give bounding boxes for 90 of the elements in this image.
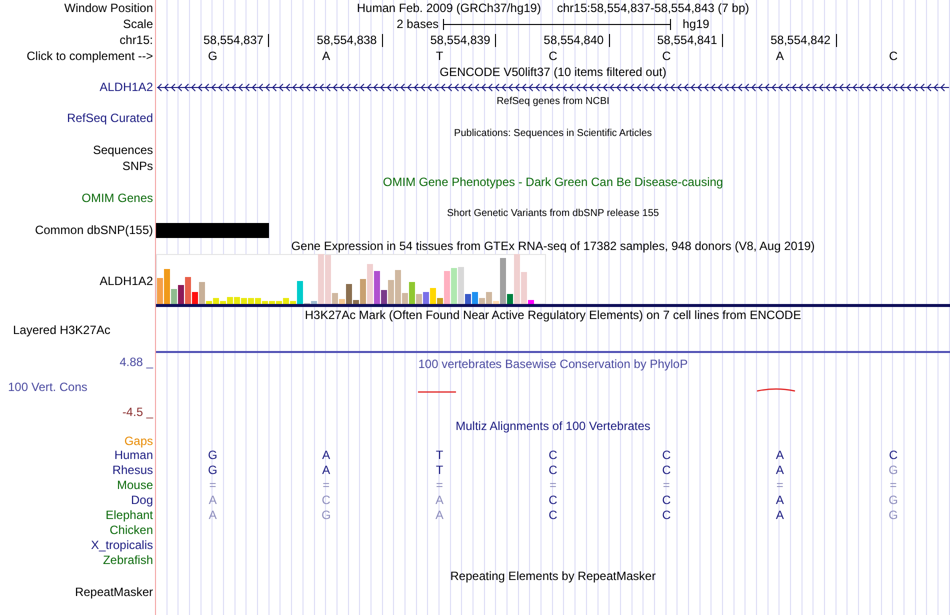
aligned-base: G <box>888 493 899 508</box>
row-label: chr15: <box>120 33 153 48</box>
aligned-base: G <box>888 463 899 478</box>
aligned-base: = <box>435 478 444 493</box>
base-letter[interactable]: C <box>836 48 950 64</box>
gene-strand-drawing[interactable] <box>157 82 949 92</box>
scale-text: 2 bases <box>396 17 439 32</box>
aligned-base: T <box>434 448 444 463</box>
track-label: Gaps <box>124 434 153 448</box>
species-label: Elephant <box>106 508 153 523</box>
aligned-base: C <box>548 463 558 478</box>
scale-db-text: hg19 <box>682 17 710 32</box>
aligned-base: A <box>208 493 218 508</box>
aligned-base: = <box>888 478 898 493</box>
conservation-mark <box>757 388 796 393</box>
gene-label[interactable]: ALDH1A2 <box>100 80 153 94</box>
track-title: Multiz Alignments of 100 Vertebrates <box>456 419 650 434</box>
species-label: Rhesus <box>112 463 153 478</box>
track-title: GENCODE V50lift37 (10 items filtered out) <box>440 64 666 80</box>
track-title: RefSeq genes from NCBI <box>496 96 610 108</box>
track-label[interactable]: RepeatMasker <box>74 584 153 600</box>
track-title: Short Genetic Variants from dbSNP release 155 <box>447 208 659 220</box>
aligned-base: A <box>774 463 785 478</box>
aligned-base: C <box>320 493 332 508</box>
base-letter[interactable]: A <box>723 48 837 64</box>
aligned-base: A <box>774 493 785 508</box>
aligned-base: C <box>661 508 672 523</box>
axis-min-label: -4.5 _ <box>122 404 153 419</box>
coordinate-label: 58,554,840 <box>544 34 610 47</box>
track-title: Gene Expression in 54 tissues from GTEx RNA-seq of 17382 samples, 948 donors (V8, Aug 2019) <box>291 238 815 254</box>
track-label[interactable]: 100 Vert. Cons <box>0 380 88 394</box>
aligned-base: = <box>322 478 331 493</box>
coordinate-label: 58,554,842 <box>770 34 837 47</box>
aligned-base: G <box>888 508 899 523</box>
aligned-base: C <box>548 493 558 508</box>
aligned-base: G <box>207 448 218 463</box>
track-label[interactable]: OMIM Genes <box>82 190 153 206</box>
aligned-base: = <box>208 478 218 493</box>
coordinate-label: 58,554,841 <box>657 34 724 47</box>
base-letter[interactable]: G <box>156 48 270 64</box>
aligned-base: C <box>888 448 899 463</box>
species-label: Chicken <box>110 523 153 538</box>
base-letter[interactable]: C <box>610 48 724 64</box>
aligned-base: A <box>321 463 332 478</box>
track-label[interactable]: SNPs <box>122 158 153 174</box>
aligned-base: G <box>207 463 218 478</box>
aligned-base: A <box>434 493 445 508</box>
aligned-base: = <box>548 478 558 493</box>
axis-max-label: 4.88 _ <box>120 355 153 370</box>
row-label: Scale <box>122 17 153 32</box>
track-label[interactable]: RefSeq Curated <box>66 110 153 126</box>
aligned-base: C <box>661 463 672 478</box>
species-label: X_tropicalis <box>90 538 153 553</box>
base-letter[interactable]: C <box>496 48 610 64</box>
complement-link[interactable]: Click to complement --> <box>26 48 153 64</box>
aligned-base: C <box>548 508 558 523</box>
assembly-text: Human Feb. 2009 (GRCh37/hg19) <box>356 0 541 16</box>
aligned-base: C <box>661 448 672 463</box>
aligned-base: T <box>434 463 444 478</box>
aligned-base: A <box>321 448 332 463</box>
track-label: Layered H3K27Ac <box>13 323 110 338</box>
track-label[interactable]: Sequences <box>92 142 153 158</box>
aligned-base: A <box>774 508 785 523</box>
track-title: H3K27Ac Mark (Often Found Near Active Regulatory Elements) on 7 cell lines from ENCODE <box>304 308 802 322</box>
track-label: ALDH1A2 <box>100 274 153 288</box>
track-title: OMIM Gene Phenotypes - Dark Green Can Be Disease-causing <box>382 174 724 190</box>
aligned-base: A <box>208 508 218 523</box>
position-text: chr15:58,554,837-58,554,843 (7 bp) <box>556 0 750 16</box>
base-letter[interactable]: T <box>382 48 496 64</box>
aligned-base: A <box>774 448 785 463</box>
aligned-base: G <box>320 508 332 523</box>
conservation-mark <box>418 390 457 395</box>
coordinate-label: 58,554,837 <box>203 34 270 47</box>
row-label: Window Position <box>64 0 153 16</box>
species-label: Dog <box>130 493 153 508</box>
species-label: Zebrafish <box>102 553 153 568</box>
aligned-base: A <box>434 508 445 523</box>
track-title: 100 vertebrates Basewise Conservation by PhyloP <box>418 356 688 372</box>
aligned-base: = <box>662 478 671 493</box>
aligned-base: C <box>661 493 672 508</box>
track-title: Publications: Sequences in Scientific Articles <box>454 128 652 140</box>
coordinate-label: 58,554,839 <box>430 34 496 47</box>
species-label: Mouse <box>116 478 153 493</box>
aligned-base: = <box>775 478 784 493</box>
species-label: Human <box>114 448 153 463</box>
coordinate-label: 58,554,838 <box>316 34 383 47</box>
track-title: Repeating Elements by RepeatMasker <box>450 568 656 584</box>
track-label: Common dbSNP(155) <box>34 222 153 238</box>
aligned-base: C <box>548 448 558 463</box>
base-letter[interactable]: A <box>269 48 383 64</box>
